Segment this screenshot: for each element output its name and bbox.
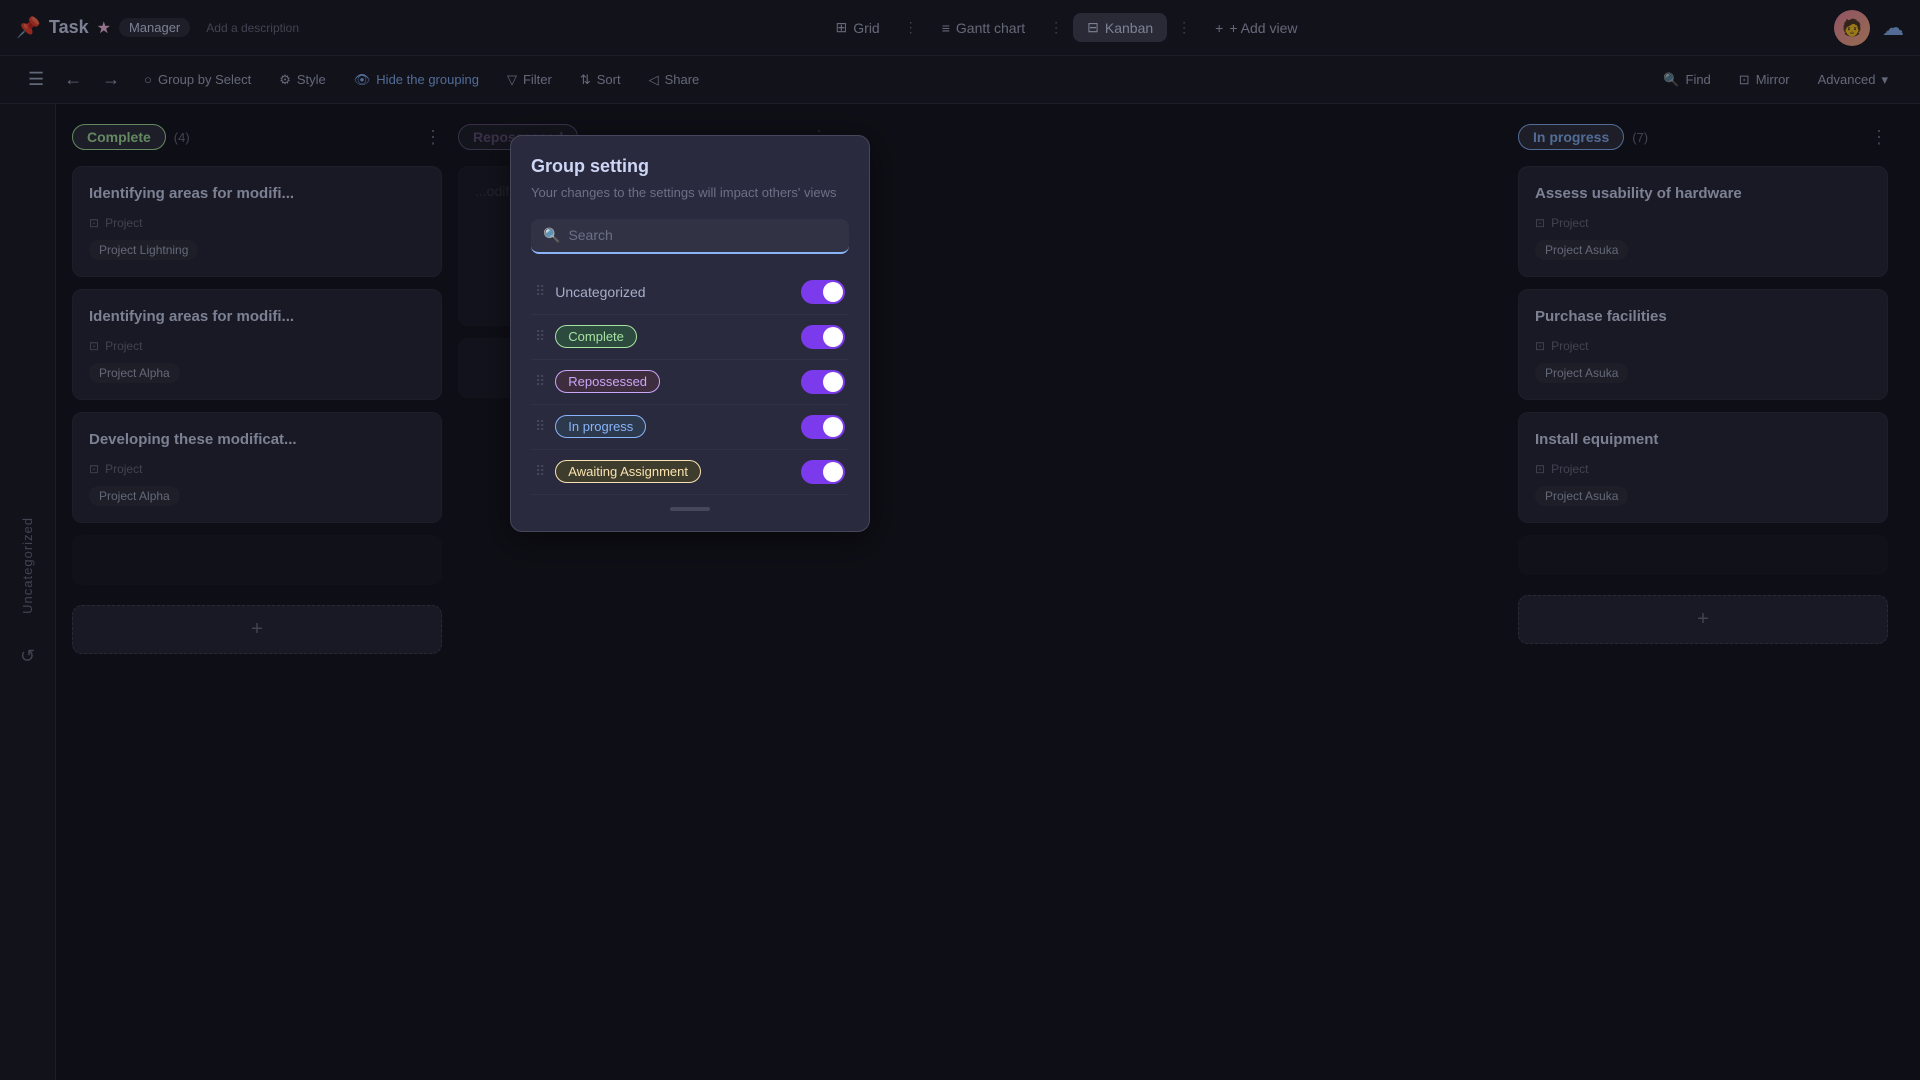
overlay-background[interactable] bbox=[0, 0, 1920, 1080]
toggle-awaiting[interactable] bbox=[801, 460, 845, 484]
search-input[interactable] bbox=[568, 227, 837, 243]
group-label-inprogress: In progress bbox=[555, 415, 801, 438]
group-label-repossessed: Repossessed bbox=[555, 370, 801, 393]
group-item-complete: ⠿ Complete bbox=[531, 315, 849, 360]
toggle-inprogress[interactable] bbox=[801, 415, 845, 439]
drag-handle-icon[interactable]: ⠿ bbox=[535, 373, 545, 390]
group-item-awaiting: ⠿ Awaiting Assignment bbox=[531, 450, 849, 495]
group-item-repossessed: ⠿ Repossessed bbox=[531, 360, 849, 405]
drag-handle-icon[interactable]: ⠿ bbox=[535, 328, 545, 345]
panel-search[interactable]: 🔍 bbox=[531, 219, 849, 254]
panel-title: Group setting bbox=[531, 156, 849, 177]
group-item-inprogress: ⠿ In progress bbox=[531, 405, 849, 450]
toggle-complete[interactable] bbox=[801, 325, 845, 349]
scroll-indicator bbox=[531, 507, 849, 511]
drag-handle-icon[interactable]: ⠿ bbox=[535, 418, 545, 435]
toggle-uncategorized[interactable] bbox=[801, 280, 845, 304]
group-label-uncategorized: Uncategorized bbox=[555, 284, 801, 300]
drag-handle-icon[interactable]: ⠿ bbox=[535, 463, 545, 480]
search-icon: 🔍 bbox=[543, 227, 560, 244]
drag-handle-icon[interactable]: ⠿ bbox=[535, 283, 545, 300]
group-label-awaiting: Awaiting Assignment bbox=[555, 460, 801, 483]
group-label-complete: Complete bbox=[555, 325, 801, 348]
panel-subtitle: Your changes to the settings will impact… bbox=[531, 183, 849, 203]
group-item-uncategorized: ⠿ Uncategorized bbox=[531, 270, 849, 315]
toggle-repossessed[interactable] bbox=[801, 370, 845, 394]
group-setting-panel: Group setting Your changes to the settin… bbox=[510, 135, 870, 532]
